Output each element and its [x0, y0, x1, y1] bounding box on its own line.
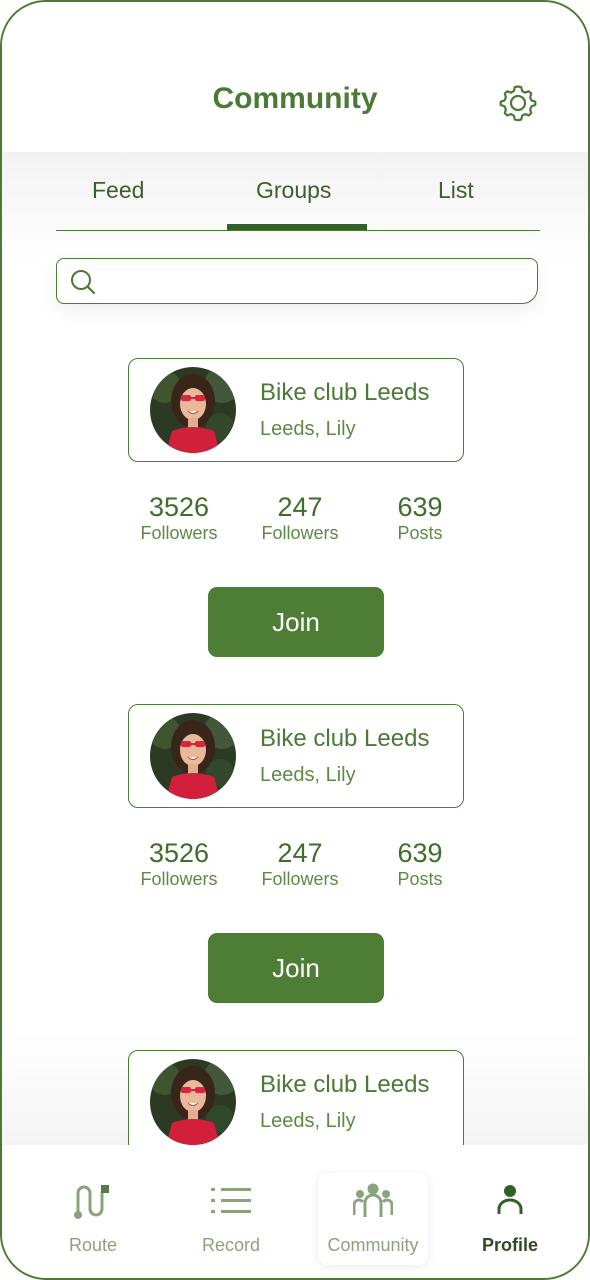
- stat-value: 3526: [148, 838, 210, 868]
- stat-label: Followers: [261, 523, 339, 543]
- join-button[interactable]: Join: [208, 933, 384, 1003]
- stat-followers: 247 Followers: [240, 492, 360, 544]
- nav-item-record[interactable]: Record: [176, 1173, 286, 1265]
- route-icon: [74, 1185, 109, 1219]
- nav-label: Record: [201, 1235, 261, 1255]
- avatar: [150, 713, 236, 799]
- group-name: Bike club Leeds: [260, 1071, 430, 1098]
- stat-value: 3526: [148, 492, 210, 522]
- stat-label: Posts: [397, 523, 443, 543]
- stat-value: 247: [277, 492, 323, 522]
- stat-label: Followers: [140, 523, 218, 543]
- tab-groups[interactable]: Groups: [256, 177, 331, 204]
- list-icon: [211, 1188, 251, 1213]
- stat-followers: 3526 Followers: [119, 838, 239, 890]
- stat-posts: 639 Posts: [360, 492, 480, 544]
- tab-selected-indicator: [227, 224, 367, 230]
- group-subtitle: Leeds, Lily: [260, 764, 356, 786]
- stat-label: Followers: [261, 869, 339, 889]
- stat-followers: 247 Followers: [240, 838, 360, 890]
- nav-item-route[interactable]: Route: [38, 1173, 148, 1265]
- join-button[interactable]: Join: [208, 587, 384, 657]
- header: Community: [2, 2, 588, 152]
- tab-feed[interactable]: Feed: [92, 177, 144, 204]
- group-subtitle: Leeds, Lily: [260, 418, 356, 440]
- community-icon: [353, 1183, 393, 1217]
- stat-value: 247: [277, 838, 323, 868]
- tab-list[interactable]: List: [438, 177, 474, 204]
- stat-label: Followers: [140, 869, 218, 889]
- nav-label: Route: [68, 1235, 118, 1255]
- gear-icon[interactable]: [498, 83, 538, 123]
- nav-item-community[interactable]: Community: [318, 1173, 428, 1265]
- stat-value: 639: [397, 838, 443, 868]
- group-card[interactable]: Bike club Leeds Leeds, Lily: [128, 704, 464, 808]
- phone-frame: Community Feed Groups List Bike club Lee…: [0, 0, 590, 1280]
- group-name: Bike club Leeds: [260, 725, 430, 752]
- stat-posts: 639 Posts: [360, 838, 480, 890]
- group-card[interactable]: Bike club Leeds Leeds, Lily: [128, 1050, 464, 1154]
- bottom-nav: Route Record Community Profile: [2, 1145, 588, 1278]
- nav-label: Community: [327, 1235, 419, 1255]
- group-name: Bike club Leeds: [260, 379, 430, 406]
- content-area: Feed Groups List Bike club Leeds Leeds, …: [2, 152, 588, 1154]
- tab-bar: Feed Groups List: [56, 152, 540, 231]
- avatar: [150, 1059, 236, 1145]
- search-input[interactable]: [56, 258, 538, 304]
- nav-label: Profile: [481, 1235, 538, 1255]
- group-card[interactable]: Bike club Leeds Leeds, Lily: [128, 358, 464, 462]
- group-subtitle: Leeds, Lily: [260, 1110, 356, 1132]
- stat-followers: 3526 Followers: [119, 492, 239, 544]
- profile-icon: [497, 1185, 523, 1214]
- search-icon: [71, 270, 96, 295]
- stat-label: Posts: [397, 869, 443, 889]
- nav-item-profile[interactable]: Profile: [455, 1173, 565, 1265]
- avatar: [150, 367, 236, 453]
- stat-value: 639: [397, 492, 443, 522]
